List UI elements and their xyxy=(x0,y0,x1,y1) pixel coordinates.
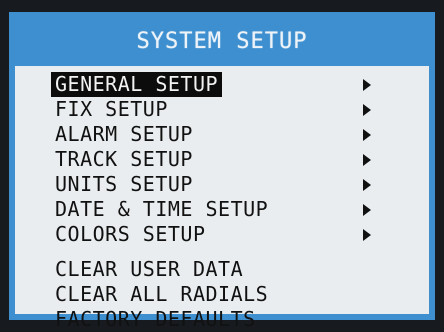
menu-item-date-time-setup[interactable]: DATE & TIME SETUP xyxy=(51,197,391,222)
menu-item-general-setup[interactable]: GENERAL SETUP xyxy=(51,72,391,97)
play-triangle-icon xyxy=(363,204,371,216)
play-triangle-icon xyxy=(363,79,371,91)
menu-item-clear-user-data[interactable]: CLEAR USER DATA xyxy=(51,257,391,282)
menu-item-track-setup[interactable]: TRACK SETUP xyxy=(51,147,391,172)
menu-item-label: ALARM SETUP xyxy=(55,122,193,146)
menu-item-units-setup[interactable]: UNITS SETUP xyxy=(51,172,391,197)
menu-item-label: CLEAR ALL RADIALS xyxy=(55,282,269,306)
menu-item-factory-defaults[interactable]: FACTORY DEFAULTS xyxy=(51,307,391,332)
title-bar: SYSTEM SETUP xyxy=(15,18,429,66)
play-triangle-icon xyxy=(363,179,371,191)
menu-item-label: GENERAL SETUP xyxy=(51,72,223,97)
menu-item-clear-all-radials[interactable]: CLEAR ALL RADIALS xyxy=(51,282,391,307)
menu-item-label: FIX SETUP xyxy=(55,97,168,121)
menu-item-colors-setup[interactable]: COLORS SETUP xyxy=(51,222,391,247)
system-setup-dialog: SYSTEM SETUP GENERAL SETUP FIX SETUP ALA… xyxy=(9,12,435,331)
menu-item-fix-setup[interactable]: FIX SETUP xyxy=(51,97,391,122)
play-triangle-icon xyxy=(363,129,371,141)
menu-divider-space xyxy=(51,247,391,257)
menu-item-label: FACTORY DEFAULTS xyxy=(55,307,256,331)
menu-item-label: TRACK SETUP xyxy=(55,147,193,171)
play-triangle-icon xyxy=(363,104,371,116)
page-title: SYSTEM SETUP xyxy=(136,29,308,54)
play-triangle-icon xyxy=(363,229,371,241)
setup-menu: GENERAL SETUP FIX SETUP ALARM SETUP TRAC… xyxy=(51,72,391,332)
menu-item-alarm-setup[interactable]: ALARM SETUP xyxy=(51,122,391,147)
menu-item-label: CLEAR USER DATA xyxy=(55,257,244,281)
menu-item-label: UNITS SETUP xyxy=(55,172,193,196)
menu-item-label: DATE & TIME SETUP xyxy=(55,197,269,221)
device-screen: SYSTEM SETUP GENERAL SETUP FIX SETUP ALA… xyxy=(0,0,444,331)
menu-item-label: COLORS SETUP xyxy=(55,222,206,246)
play-triangle-icon xyxy=(363,154,371,166)
